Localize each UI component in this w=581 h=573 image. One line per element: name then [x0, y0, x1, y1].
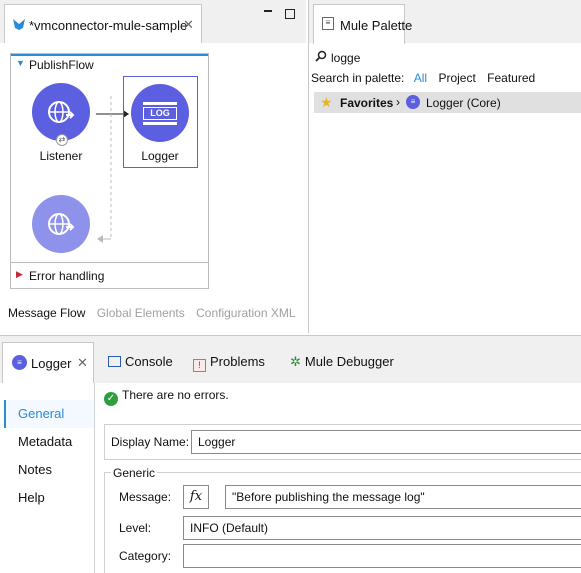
- display-name-input[interactable]: Logger: [191, 430, 581, 454]
- logger-icon: ≡: [406, 95, 420, 109]
- side-nav: General Metadata Notes Help: [4, 400, 94, 512]
- close-icon[interactable]: ✕: [183, 17, 194, 33]
- status-message: There are no errors.: [122, 388, 229, 402]
- category-label: Category:: [119, 549, 172, 563]
- maximize-icon[interactable]: [285, 9, 295, 19]
- search-in-label: Search in palette:: [311, 71, 405, 85]
- error-handling-label: Error handling: [29, 269, 105, 283]
- logger-label: Logger: [141, 149, 179, 163]
- star-icon: ★: [320, 94, 333, 110]
- nav-general[interactable]: General: [4, 400, 94, 428]
- palette-result-logger[interactable]: Logger (Core): [426, 96, 501, 110]
- listener-response-node[interactable]: [32, 195, 90, 253]
- tab-problems[interactable]: ! Problems: [193, 354, 265, 372]
- display-name-group: Display Name: Logger: [104, 424, 581, 460]
- search-filters: Search in palette: All Project Featured: [311, 71, 535, 85]
- palette-icon: ≡: [322, 17, 334, 30]
- editor-tab-label: *vmconnector-mule-sample: [29, 18, 188, 33]
- search-input[interactable]: logge: [331, 51, 360, 65]
- log-icon: LOG: [143, 100, 177, 127]
- tab-logger-label: Logger: [31, 356, 72, 371]
- flow-container: ▼ PublishFlow ⇄ Listener LOG Logger ▶ Er…: [10, 53, 209, 289]
- chevron-right-icon: ›: [396, 95, 400, 109]
- check-icon: ✓: [104, 392, 118, 406]
- close-icon[interactable]: ✕: [77, 355, 88, 371]
- level-label: Level:: [119, 521, 152, 535]
- search-icon: [315, 50, 327, 65]
- message-input[interactable]: "Before publishing the message log": [225, 485, 581, 509]
- filter-all[interactable]: All: [414, 71, 427, 85]
- minimize-icon[interactable]: [264, 10, 272, 12]
- tab-message-flow[interactable]: Message Flow: [8, 306, 85, 320]
- category-input[interactable]: [183, 544, 581, 568]
- bug-icon: ✲: [290, 354, 301, 369]
- editor-bottom-tabs: Message Flow Global Elements Configurati…: [8, 306, 304, 320]
- filter-featured[interactable]: Featured: [487, 71, 535, 85]
- collapse-icon[interactable]: ▶: [16, 269, 23, 280]
- palette-search[interactable]: logge: [311, 48, 581, 68]
- tab-mule-debugger[interactable]: ✲ Mule Debugger: [290, 354, 394, 370]
- favorites-label: Favorites: [340, 96, 394, 110]
- favorites-row[interactable]: ★ Favorites › ≡ Logger (Core): [314, 92, 581, 113]
- message-label: Message:: [119, 490, 172, 504]
- tab-logger[interactable]: ≡ Logger ✕: [2, 342, 94, 383]
- editor-tab[interactable]: *vmconnector-mule-sample ✕: [4, 4, 202, 44]
- nav-metadata[interactable]: Metadata: [4, 428, 94, 456]
- console-icon: [108, 356, 121, 367]
- error-handling-section[interactable]: ▶ Error handling: [11, 262, 208, 288]
- mule-palette: ≡ Mule Palette logge Search in palette: …: [308, 0, 581, 333]
- tab-global-elements[interactable]: Global Elements: [97, 306, 185, 320]
- logger-icon: ≡: [12, 355, 27, 370]
- logger-node[interactable]: LOG: [131, 84, 189, 142]
- problems-icon: !: [193, 359, 206, 372]
- fx-toggle-button[interactable]: fx: [183, 485, 209, 509]
- tab-configuration-xml[interactable]: Configuration XML: [196, 306, 295, 320]
- nav-notes[interactable]: Notes: [4, 456, 94, 484]
- globe-icon: [48, 213, 75, 235]
- filter-project[interactable]: Project: [438, 71, 475, 85]
- generic-group-label: Generic: [111, 466, 158, 480]
- palette-tab-label: Mule Palette: [340, 18, 413, 33]
- level-select[interactable]: INFO (Default): [183, 516, 581, 540]
- nav-divider: [94, 383, 95, 573]
- mule-file-icon: [11, 16, 27, 35]
- status-row: ✓ There are no errors.: [104, 388, 229, 406]
- nav-help[interactable]: Help: [4, 484, 94, 512]
- tab-console[interactable]: Console: [108, 354, 173, 369]
- display-name-label: Display Name:: [111, 435, 190, 449]
- generic-group: Generic Message: fx "Before publishing t…: [104, 466, 581, 573]
- palette-tab[interactable]: ≡ Mule Palette: [313, 4, 412, 44]
